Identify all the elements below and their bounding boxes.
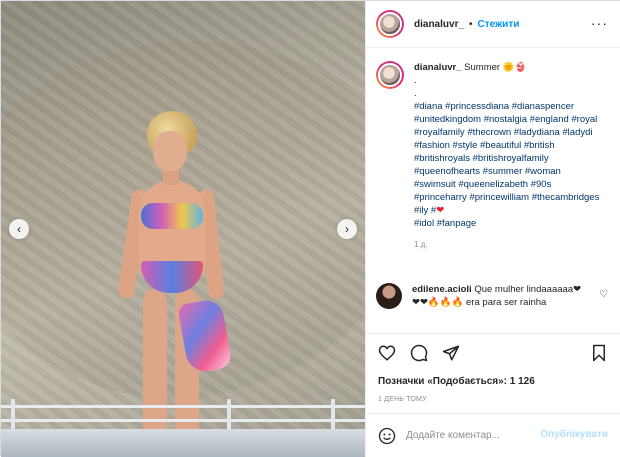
share-send-icon[interactable] — [442, 344, 460, 362]
comment-avatar[interactable] — [376, 283, 402, 309]
next-arrow-icon[interactable]: › — [337, 219, 357, 239]
figure-face — [153, 131, 187, 171]
caption-text-block: dianaluvr_ Summer 🌞👙 . . #diana #princes… — [414, 61, 604, 251]
boat-rail-lower — [1, 419, 365, 422]
follow-button[interactable]: Стежити — [478, 19, 520, 30]
comment-input[interactable] — [406, 430, 546, 441]
comment-item: edilene.acioli Que mulher lindaaaaaa❤❤❤🔥… — [376, 283, 612, 309]
avatar[interactable] — [376, 10, 404, 38]
likes-count[interactable]: Позначки «Подобається»: 1 126 — [378, 376, 535, 387]
caption-username[interactable]: dianaluvr_ — [414, 62, 462, 73]
post-header: dianaluvr_ • Стежити ··· — [366, 1, 620, 48]
instagram-post: ‹ › dianaluvr_ • Стежити ··· dianaluvr_ … — [0, 0, 620, 457]
post-photo[interactable]: ‹ › — [1, 1, 365, 457]
comment-like-icon[interactable]: ♡ — [599, 289, 608, 300]
previous-arrow-icon[interactable]: ‹ — [9, 219, 29, 239]
post-sidebar: dianaluvr_ • Стежити ··· dianaluvr_ Summ… — [365, 1, 620, 457]
bikini-top — [141, 203, 203, 229]
woman-figure — [117, 111, 233, 441]
header-username[interactable]: dianaluvr_ — [414, 19, 464, 30]
caption-avatar[interactable] — [376, 61, 404, 89]
emoji-smile-icon[interactable] — [378, 427, 396, 445]
caption-time[interactable]: 1 д. — [414, 238, 604, 251]
post-time-ago[interactable]: 1 ДЕНЬ ТОМУ — [378, 396, 427, 403]
caption-dot: . — [414, 88, 417, 99]
comment-username[interactable]: edilene.acioli — [412, 284, 472, 295]
comment-composer: Опублікувати — [366, 413, 620, 457]
comment-bubble-icon[interactable] — [410, 344, 428, 362]
caption-dot: . — [414, 75, 417, 86]
more-options-icon[interactable]: ··· — [591, 15, 608, 31]
boat-rail — [1, 405, 365, 408]
bikini-bottom — [141, 261, 203, 293]
caption-hashtags-end[interactable]: #idol #fanpage — [414, 218, 476, 229]
comment-text-block: edilene.acioli Que mulher lindaaaaaa❤❤❤🔥… — [412, 283, 582, 309]
caption-hashtags[interactable]: #diana #princessdiana #dianaspencer #uni… — [414, 101, 599, 216]
bookmark-icon[interactable] — [590, 344, 608, 362]
boat-deck — [1, 429, 365, 457]
like-heart-icon[interactable] — [378, 344, 396, 362]
post-caption: dianaluvr_ Summer 🌞👙 . . #diana #princes… — [376, 61, 612, 251]
header-separator: • — [469, 18, 473, 30]
heart-emoji: ❤ — [436, 205, 445, 216]
publish-button[interactable]: Опублікувати — [540, 429, 608, 440]
figure-left-leg — [143, 289, 167, 439]
caption-text: Summer 🌞👙 — [464, 62, 527, 73]
